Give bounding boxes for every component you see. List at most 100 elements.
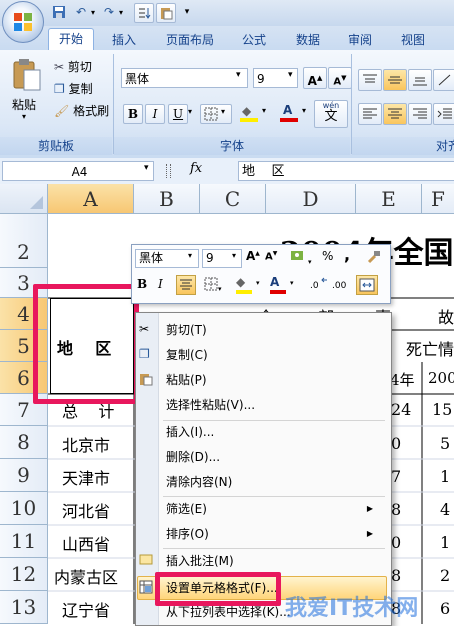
mini-format-painter-icon[interactable] [366,249,382,268]
mini-grow-font-icon[interactable]: A▲ [246,249,260,263]
cell-e10: 8 [391,500,402,519]
cell-e8: 0 [391,434,402,453]
phonetic-wen-char: 文 [324,109,338,124]
scissors-icon: ✂ [54,60,65,74]
mini-italic-icon[interactable]: I [158,277,163,291]
mini-font-dropdown-icon[interactable]: ▾ [188,251,192,260]
align-center-button[interactable] [383,103,407,125]
paste-label: 粘贴 [12,98,37,112]
tab-page-layout[interactable]: 页面布局 [158,30,222,50]
font-size-dropdown-icon[interactable]: ▾ [288,70,293,80]
cell-f12: 2 [440,566,451,585]
underline-button[interactable]: U [168,104,188,124]
column-header-d[interactable]: D [266,184,356,214]
redo-dropdown-icon[interactable]: ▾ [112,3,130,21]
sort-icon[interactable] [134,3,154,23]
shrink-font-button[interactable]: A▼ [328,67,352,89]
mini-size-dropdown-icon[interactable]: ▾ [232,251,236,260]
bold-button[interactable]: B [123,104,143,124]
align-center-icon [388,108,402,119]
menu-item-insert-comment[interactable]: 插入批注(M) [166,551,234,571]
tab-data[interactable]: 数据 [288,30,328,50]
orientation-button[interactable] [433,69,454,91]
column-header-b[interactable]: B [134,184,200,214]
row-header-8[interactable]: 8 [0,426,48,459]
insert-function-icon[interactable]: fx [190,161,202,176]
align-middle-button[interactable] [383,69,407,91]
column-header-e[interactable]: E [356,184,422,214]
tab-formulas[interactable]: 公式 [234,30,274,50]
align-bottom-button[interactable] [408,69,432,91]
column-header-a[interactable]: A [48,184,134,214]
row-header-2[interactable]: 2 [0,214,48,268]
column-header-c[interactable]: C [200,184,266,214]
paste-button[interactable]: 粘贴 ▾ [8,56,46,128]
menu-item-cut[interactable]: 剪切(T) [166,320,207,340]
menu-item-clear-contents[interactable]: 清除内容(N) [166,472,232,492]
tab-insert[interactable]: 插入 [104,30,144,50]
mini-increase-decimal-icon[interactable]: .0 [310,277,328,294]
row-header-11[interactable]: 11 [0,525,48,558]
italic-button[interactable]: I [145,104,165,124]
name-box[interactable]: A4 [2,161,154,181]
mini-bold-icon[interactable]: B [137,277,147,291]
mini-decrease-decimal-icon[interactable]: .00 [332,277,350,294]
mini-fill-color-icon[interactable]: ◆ ▾ [236,275,266,295]
customize-qat-icon[interactable]: ▾ [178,3,196,21]
underline-dropdown-icon[interactable]: ▾ [188,107,192,116]
menu-item-delete[interactable]: 删除(D)... [166,447,220,467]
tab-view[interactable]: 视图 [393,30,433,50]
tab-home[interactable]: 开始 [48,28,94,51]
cell-e5: 死亡情 [406,340,454,359]
mini-merge-center-button[interactable] [356,275,378,295]
submenu-arrow-icon: ▶ [366,529,373,538]
menu-item-insert[interactable]: 插入(I)... [166,422,214,442]
mini-percent-icon[interactable]: % [322,249,333,263]
save-icon[interactable] [50,3,68,21]
phonetic-button[interactable]: wén 文 [314,100,348,128]
row-header-9[interactable]: 9 [0,459,48,492]
mini-shrink-font-icon[interactable]: A▼ [265,250,277,262]
alignment-group-label: 对齐 [352,137,454,155]
paste-icon[interactable] [156,3,176,23]
menu-item-copy[interactable]: 复制(C) [166,345,208,365]
align-top-button[interactable] [358,69,382,91]
mini-comma-icon[interactable]: , [344,245,350,264]
tab-review[interactable]: 审阅 [340,30,380,50]
align-right-icon [413,108,427,119]
name-box-dropdown-icon[interactable]: ▾ [144,163,149,173]
align-left-button[interactable] [358,103,382,125]
copy-button[interactable]: ❐ 复制 [54,80,93,98]
font-name-dropdown-icon[interactable]: ▾ [236,70,241,80]
mini-font-color-icon[interactable]: A ▾ [270,275,300,295]
menu-item-paste-special[interactable]: 选择性粘贴(V)... [166,395,255,415]
select-all-button[interactable] [0,184,48,214]
splitter-handle[interactable] [166,164,171,178]
fill-color-button[interactable]: ◆ ▾ [238,104,274,122]
menu-item-paste[interactable]: 粘贴(P) [166,370,207,390]
cell-f9: 1 [440,467,451,486]
mini-merge-center-icon [359,278,375,292]
format-painter-button[interactable]: 🖌 格式刷 [54,102,109,120]
mini-align-center-button[interactable] [176,275,196,295]
borders-button[interactable]: ▾ [200,104,232,124]
row-header-12[interactable]: 12 [0,558,48,591]
office-button[interactable] [2,1,44,43]
select-all-triangle-icon [30,196,43,209]
align-right-button[interactable] [408,103,432,125]
cut-button[interactable]: ✂ 剪切 [54,58,92,76]
cell-f11: 1 [440,533,451,552]
row-header-10[interactable]: 10 [0,492,48,525]
formula-input[interactable]: 地 区 [238,161,454,181]
grow-font-button[interactable]: A▲ [303,67,327,89]
menu-item-sort[interactable]: 排序(O) ▶ [166,524,381,544]
menu-item-filter[interactable]: 筛选(E) ▶ [166,499,381,519]
row-header-13[interactable]: 13 [0,591,48,624]
indent-button[interactable] [433,103,454,125]
font-color-button[interactable]: A ▾ [278,103,314,122]
mini-borders-icon[interactable]: ▾ [204,277,222,294]
column-header-f[interactable]: F [422,184,454,214]
formula-tools: fx [166,160,216,182]
mini-currency-icon[interactable]: ▾ [290,248,312,267]
font-name-field[interactable]: 黑体 [121,68,248,88]
